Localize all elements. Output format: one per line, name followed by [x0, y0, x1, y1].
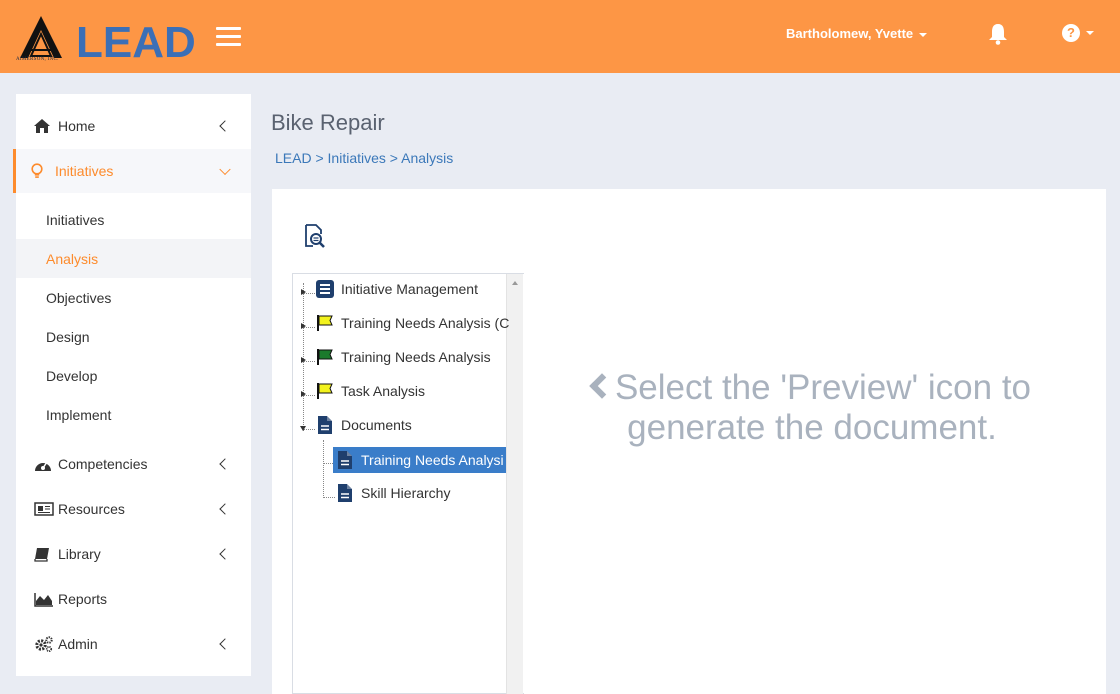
sidebar-subitem-objectives[interactable]: Objectives: [16, 278, 251, 317]
newspaper-icon: [34, 500, 56, 518]
expand-arrow-icon[interactable]: [301, 357, 306, 363]
sidebar-subitem-analysis[interactable]: Analysis: [16, 239, 251, 278]
chevron-left-icon: [219, 503, 231, 515]
sidebar-item-label: Reports: [58, 591, 108, 607]
breadcrumb: LEAD > Initiatives > Analysis: [275, 150, 453, 166]
chevron-left-icon: [589, 373, 615, 399]
book-icon: [34, 545, 56, 563]
tree-node-label: Documents: [341, 417, 412, 433]
tree-connector: [323, 497, 335, 498]
bell-icon[interactable]: [988, 23, 1008, 45]
sidebar-item-label: Resources: [58, 501, 125, 517]
home-icon: [34, 117, 56, 135]
sidebar-item-label: Home: [58, 118, 96, 134]
expand-arrow-icon[interactable]: [301, 289, 306, 295]
sidebar-toggle-button[interactable]: [216, 27, 242, 47]
tree-node-training-needs-analysis-c[interactable]: Training Needs Analysis (C: [315, 310, 509, 336]
tree-node-label: Task Analysis: [341, 383, 426, 399]
tree-node-task-analysis[interactable]: Task Analysis: [315, 378, 425, 404]
lightbulb-icon: [31, 162, 53, 180]
hint-line-1: Select the 'Preview' icon to: [614, 368, 1032, 407]
dashboard-icon: [34, 455, 56, 473]
sidebar-subitem-initiatives[interactable]: Initiatives: [16, 200, 251, 239]
scroll-up-arrow-icon: [512, 281, 518, 285]
chevron-left-icon: [219, 548, 231, 560]
sidebar-item-label: Competencies: [58, 456, 148, 472]
document-icon: [335, 483, 355, 503]
sidebar-item-resources[interactable]: Resources: [16, 487, 251, 531]
cogs-icon: [34, 635, 56, 653]
sidebar: Home Initiatives Initiatives Analysis Ob…: [13, 94, 251, 676]
logo-brand-text: LEAD: [76, 20, 196, 60]
tree-connector: [323, 440, 324, 498]
top-navbar: AIMERSON, INC. LEAD Bartholomew, Yvette …: [0, 0, 1120, 73]
sidebar-item-home[interactable]: Home: [16, 104, 251, 148]
sidebar-subitem-design[interactable]: Design: [16, 317, 251, 356]
user-menu-dropdown[interactable]: Bartholomew, Yvette: [786, 26, 928, 41]
sidebar-item-competencies[interactable]: Competencies: [16, 442, 251, 486]
caret-down-icon: [1086, 31, 1094, 35]
breadcrumb-separator: >: [315, 150, 324, 166]
document-icon: [335, 450, 355, 470]
tree-scrollbar[interactable]: [506, 274, 523, 694]
chevron-down-icon: [219, 163, 231, 176]
tree-node-label: Training Needs Analysis: [341, 349, 491, 365]
sidebar-item-label: Admin: [58, 636, 98, 652]
flag-green-icon: [315, 347, 335, 367]
sidebar-subitem-develop[interactable]: Develop: [16, 356, 251, 395]
tree-node-label: Initiative Management: [341, 281, 478, 297]
breadcrumb-link-lead[interactable]: LEAD: [275, 150, 312, 166]
sidebar-item-admin[interactable]: Admin: [16, 622, 251, 666]
caret-down-icon: [919, 32, 928, 37]
expand-arrow-icon[interactable]: [301, 323, 306, 329]
help-menu-dropdown[interactable]: ?: [1062, 24, 1094, 42]
tree-node-training-needs-analysis[interactable]: Training Needs Analysis: [315, 344, 491, 370]
sidebar-item-initiatives[interactable]: Initiatives: [13, 149, 251, 193]
sidebar-item-library[interactable]: Library: [16, 532, 251, 576]
document-preview-icon[interactable]: [304, 224, 326, 248]
tree-node-label: Training Needs Analysi: [361, 452, 504, 468]
sidebar-item-label: Library: [58, 546, 101, 562]
document-icon: [315, 415, 335, 435]
flag-yellow-icon: [315, 313, 335, 333]
chevron-left-icon: [219, 458, 231, 470]
logo-company-name: AIMERSON, INC.: [16, 57, 59, 62]
breadcrumb-separator: >: [389, 150, 398, 166]
breadcrumb-link-analysis[interactable]: Analysis: [401, 150, 453, 166]
tree-node-skill-hierarchy[interactable]: Skill Hierarchy: [335, 480, 450, 506]
chevron-left-icon: [219, 638, 231, 650]
sidebar-item-reports[interactable]: Reports: [16, 577, 251, 621]
collapse-arrow-icon[interactable]: [300, 426, 306, 431]
expand-arrow-icon[interactable]: [301, 391, 306, 397]
page-title: Bike Repair: [271, 110, 385, 135]
preview-hint: Select the 'Preview' icon to generate th…: [572, 368, 1052, 448]
area-chart-icon: [34, 590, 56, 608]
user-name: Bartholomew, Yvette: [786, 26, 914, 41]
list-icon: [315, 279, 335, 299]
tree-node-initiative-management[interactable]: Initiative Management: [315, 276, 478, 302]
tree-connector: [323, 463, 333, 464]
chevron-left-icon: [219, 120, 231, 132]
tree-node-label: Skill Hierarchy: [361, 485, 451, 501]
flag-yellow-icon: [315, 381, 335, 401]
tree-node-documents[interactable]: Documents: [315, 412, 412, 438]
hint-line-2: generate the document.: [627, 408, 997, 447]
sidebar-subitem-implement[interactable]: Implement: [16, 395, 251, 434]
sidebar-item-label: Initiatives: [55, 163, 114, 179]
tree-node-label: Training Needs Analysis (C: [341, 315, 510, 331]
breadcrumb-link-initiatives[interactable]: Initiatives: [328, 150, 386, 166]
tree-node-training-needs-analysis-document[interactable]: Training Needs Analysi: [333, 447, 506, 473]
lead-logo[interactable]: LEAD: [76, 20, 198, 60]
question-circle-icon: ?: [1062, 24, 1080, 42]
